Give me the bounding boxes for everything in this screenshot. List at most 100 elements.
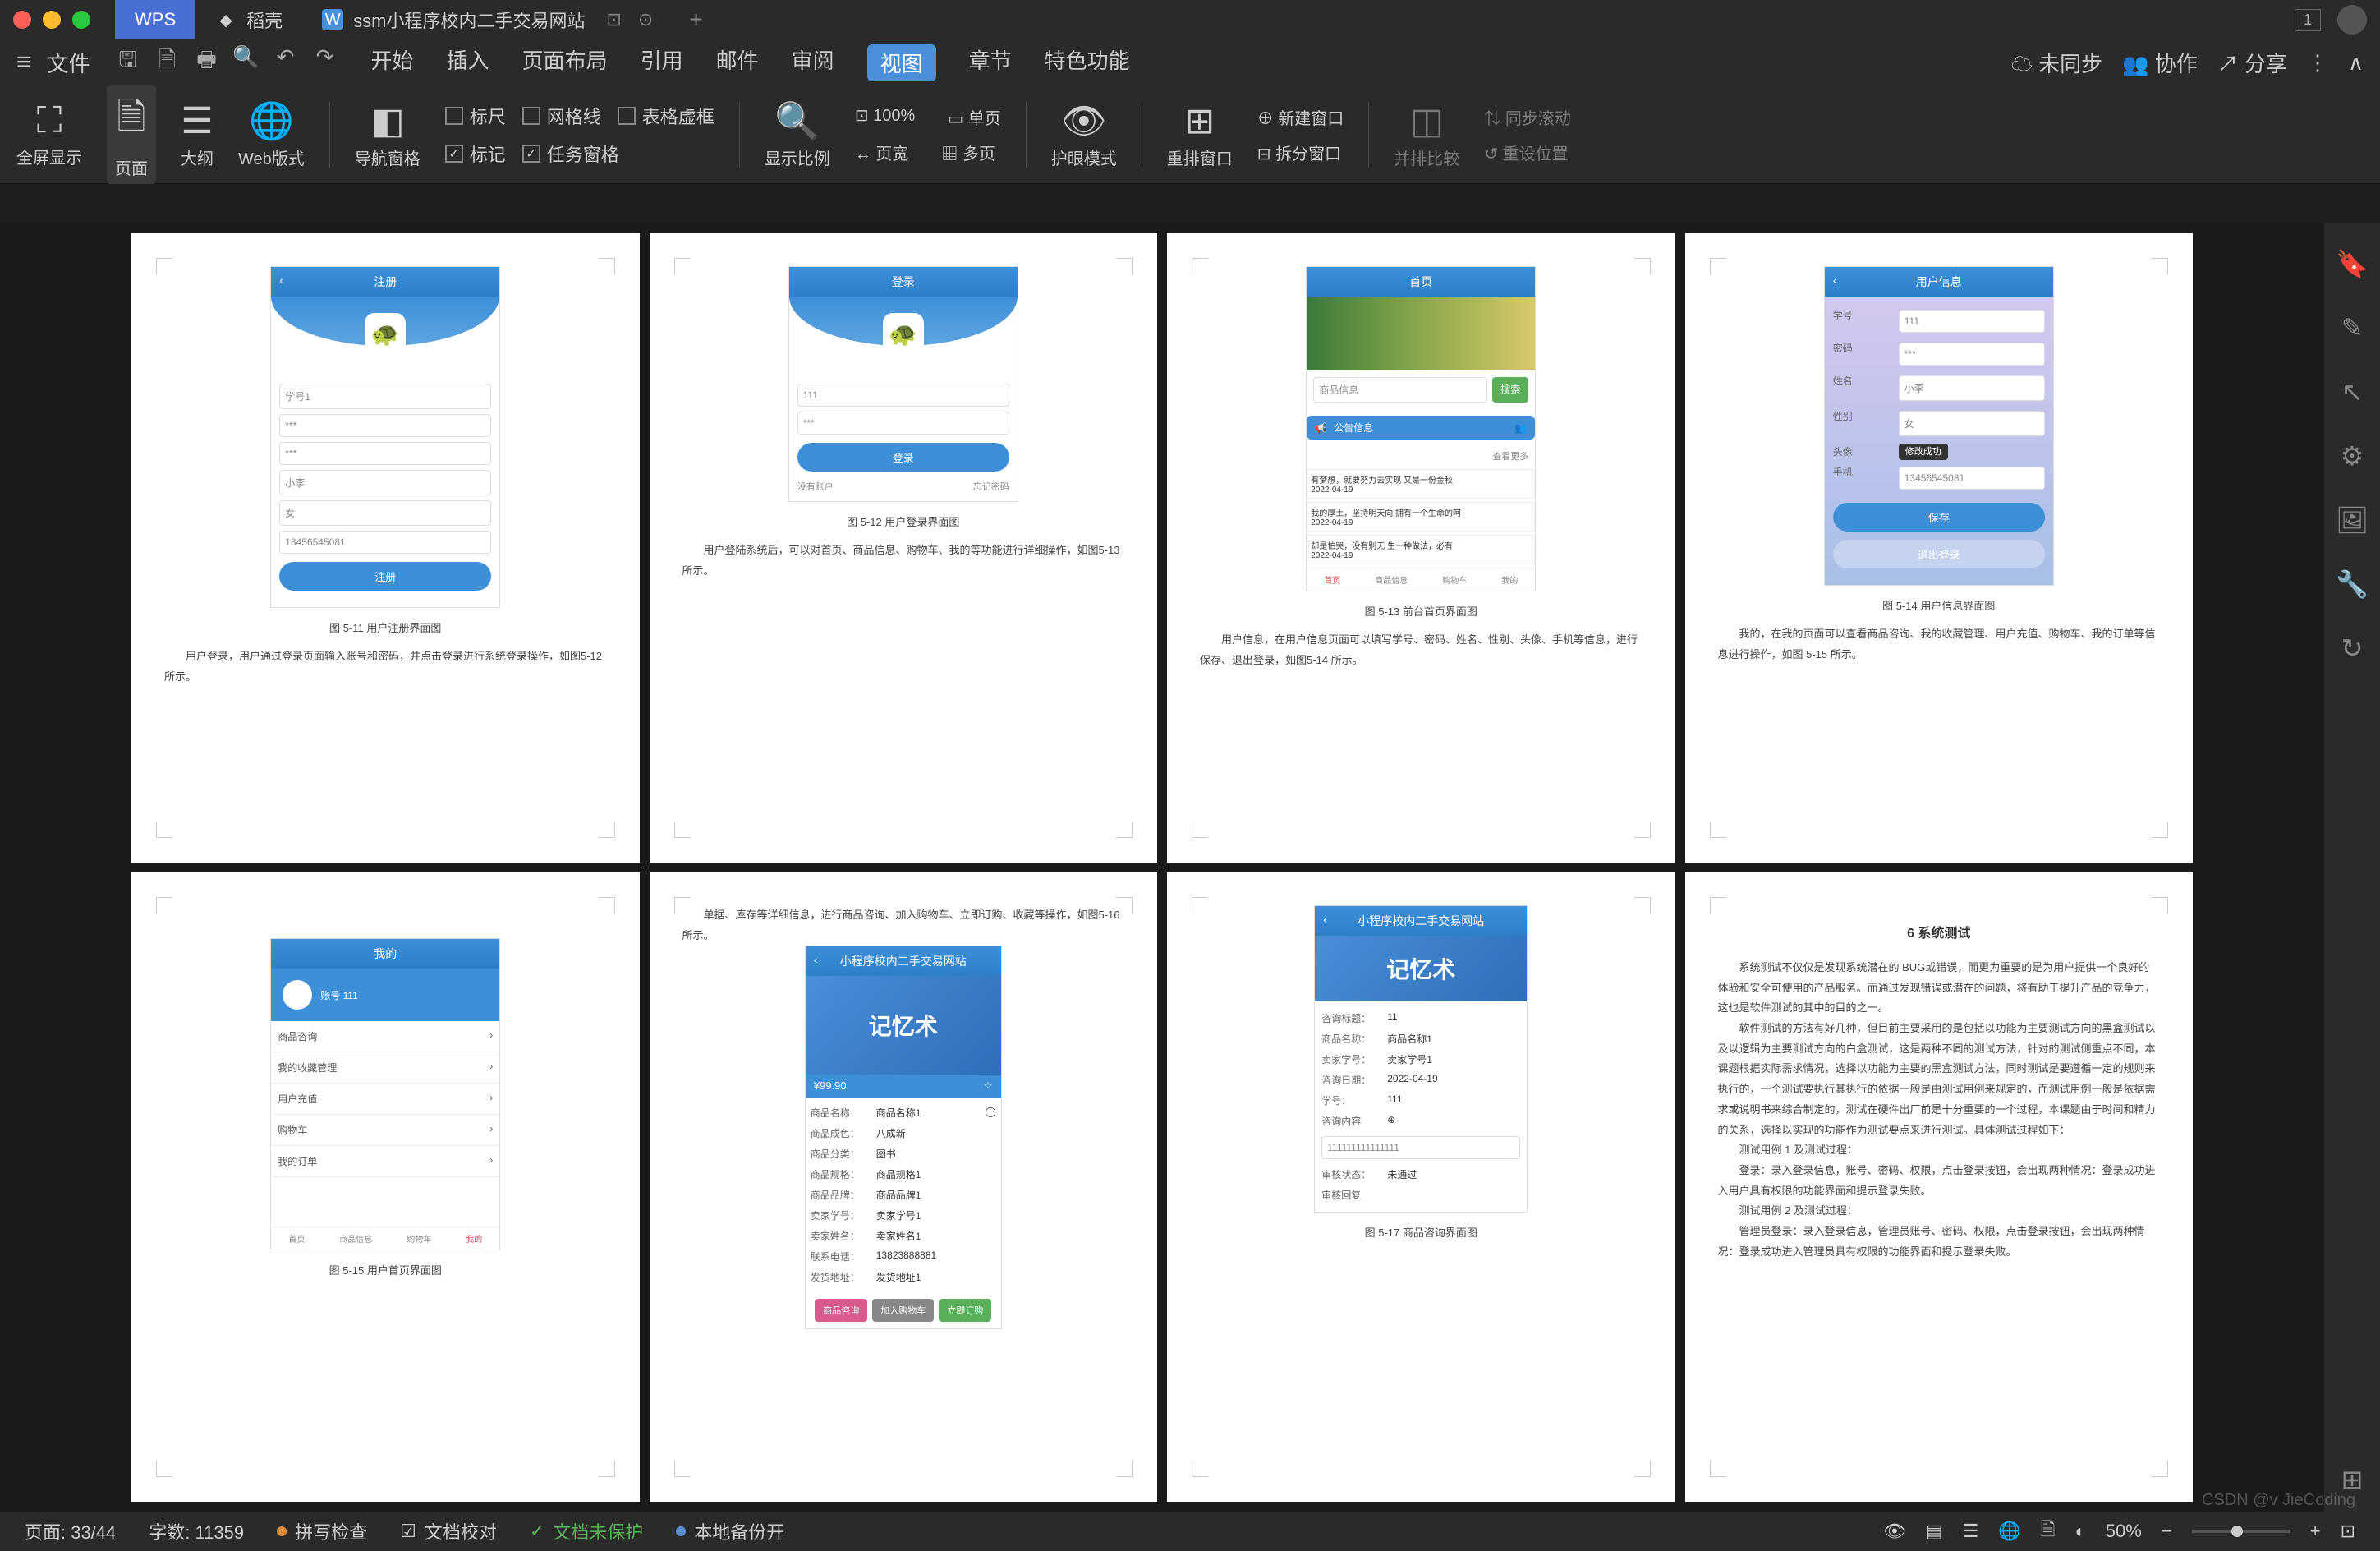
task-pane-checkbox[interactable]: 任务窗格	[522, 140, 619, 167]
tab-page-layout[interactable]: 页面布局	[522, 44, 608, 81]
page-thumbnail[interactable]: ‹注册 🐢 学号1 *** *** 小李 女 13456545081 注册 图 …	[131, 233, 640, 863]
markup-checkbox[interactable]: 标记	[445, 140, 506, 167]
fullscreen-button[interactable]: ⛶ 全屏显示	[16, 100, 82, 168]
zoom-button[interactable]: 🔍 显示比例	[765, 99, 830, 169]
rearrange-icon: ⊞	[1184, 100, 1215, 142]
tab-review[interactable]: 审阅	[792, 44, 834, 81]
tab-options-icon[interactable]: ⊙	[638, 9, 653, 30]
settings-icon[interactable]: ⚙	[2341, 440, 2364, 472]
eye-mode-button[interactable]: 👁 护眼模式	[1051, 99, 1117, 169]
print-icon[interactable]: 🖶	[194, 44, 220, 81]
page-icon: 🗎	[117, 90, 145, 152]
history-icon[interactable]: ↻	[2341, 633, 2364, 664]
minimize-window-button[interactable]	[43, 11, 61, 29]
picture-icon[interactable]: 🖼	[2336, 504, 2369, 536]
cursor-icon[interactable]: ↖	[2341, 376, 2364, 407]
window-layout-button[interactable]: 1	[2295, 9, 2321, 31]
page-thumbnail[interactable]: ‹小程序校内二手交易网站 记忆术 咨询标题：11 商品名称：商品名称1 卖家学号…	[1167, 872, 1675, 1502]
collab-button[interactable]: 👥 协作	[2122, 48, 2198, 78]
tab-special[interactable]: 特色功能	[1045, 44, 1130, 81]
nav-pane-button[interactable]: ◧ 导航窗格	[355, 100, 420, 169]
single-page-button[interactable]: ▭ 单页	[948, 105, 1000, 129]
tab-mail[interactable]: 邮件	[716, 44, 759, 81]
view-page-icon[interactable]: ▤	[1926, 1521, 1943, 1542]
gridlines-checkbox[interactable]: 网格线	[522, 103, 601, 129]
share-button[interactable]: ↗ 分享	[2217, 48, 2287, 78]
dark-mode-icon[interactable]: ◐	[2075, 1521, 2086, 1542]
window-controls	[13, 11, 90, 29]
titlebar: WPS ◆ 稻壳 W ssm小程序校内二手交易网站 ⊡ ⊙ + 1	[0, 0, 2380, 39]
protection-status[interactable]: ✓文档未保护	[530, 1518, 643, 1544]
tab-insert[interactable]: 插入	[447, 44, 489, 81]
menubar: ≡ 文件 🖫 🗎 🖶 🔍 ↶ ↷ 开始 插入 页面布局 引用 邮件 审阅 视图 …	[0, 39, 2380, 85]
redo-icon[interactable]: ↷	[312, 44, 338, 81]
page-width-button[interactable]: ↔ 页宽	[855, 140, 909, 164]
backup-status[interactable]: 本地备份开	[676, 1518, 784, 1544]
zoom-icon: 🔍	[774, 99, 820, 142]
page-thumbnail[interactable]: 首页 商品信息 搜索 📢公告信息👥 查看更多 有梦想，就要努力去实现 又是一份金…	[1167, 233, 1675, 863]
proofread-status[interactable]: ☑文档校对	[400, 1518, 497, 1544]
document-area[interactable]: ‹注册 🐢 学号1 *** *** 小李 女 13456545081 注册 图 …	[0, 223, 2324, 1512]
tab-view[interactable]: 视图	[867, 44, 936, 81]
undo-icon[interactable]: ↶	[273, 44, 299, 81]
user-avatar[interactable]	[2337, 5, 2367, 35]
tab-close-icon[interactable]: ⊡	[606, 9, 621, 30]
collapse-ribbon-icon[interactable]: ∧	[2348, 50, 2364, 76]
side-by-side-button[interactable]: ◫ 并排比较	[1394, 100, 1459, 169]
tab-home[interactable]: 开始	[371, 44, 414, 81]
page-thumbnail[interactable]: 我的 账号 111 商品咨询› 我的收藏管理› 用户充值› 购物车› 我的订单›…	[131, 872, 640, 1502]
multi-page-button[interactable]: ▦ 多页	[941, 140, 995, 164]
zoom-in-button[interactable]: +	[2310, 1521, 2321, 1542]
nav-pane-icon: ◧	[370, 100, 405, 142]
page-thumbnail[interactable]: 6 系统测试 系统测试不仅仅是发现系统潜在的 BUG或错误，而更为重要的是为用户…	[1685, 872, 2194, 1502]
view-web-icon[interactable]: 🌐	[1998, 1521, 2020, 1542]
page-thumbnail[interactable]: ‹用户信息 学号111 密码*** 姓名小李 性别女 头像修改成功 手机1345…	[1685, 233, 2194, 863]
view-outline-icon[interactable]: ☰	[1963, 1521, 1979, 1542]
pen-icon[interactable]: ✎	[2341, 312, 2364, 343]
eye-status-icon[interactable]: 👁	[1883, 1521, 1906, 1542]
tab-section[interactable]: 章节	[969, 44, 1012, 81]
file-menu[interactable]: 文件	[48, 48, 90, 78]
tab-references[interactable]: 引用	[641, 44, 683, 81]
split-window-button[interactable]: ⊟ 拆分窗口	[1257, 140, 1341, 164]
ribbon-tabs: 开始 插入 页面布局 引用 邮件 审阅 视图 章节 特色功能	[371, 44, 1130, 81]
tab-label: 稻壳	[246, 7, 283, 33]
page-thumbnail[interactable]: 单据、库存等详细信息，进行商品咨询、加入购物车、立即订购、收藏等操作，如图5-1…	[650, 872, 1158, 1502]
view-read-icon[interactable]: 🗎	[2041, 1516, 2056, 1547]
save-as-icon[interactable]: 🗎	[154, 44, 181, 81]
save-icon[interactable]: 🖫	[115, 44, 141, 81]
page-view-button[interactable]: 🗎 页面	[107, 85, 156, 184]
new-window-button[interactable]: ⊕ 新建窗口	[1257, 105, 1344, 129]
maximize-window-button[interactable]	[72, 11, 90, 29]
zoom-out-button[interactable]: −	[2162, 1521, 2172, 1542]
close-window-button[interactable]	[13, 11, 31, 29]
page-thumbnail[interactable]: 登录 🐢 111 *** 登录 没有账户 忘记密码 图 5-12 用户登录界面图	[650, 233, 1158, 863]
tab-wps[interactable]: WPS	[115, 0, 195, 39]
sync-status[interactable]: ☁ 未同步	[2011, 48, 2102, 78]
tab-docer[interactable]: ◆ 稻壳	[195, 0, 302, 39]
zoom-100-button[interactable]: ⊡ 100%	[855, 105, 915, 129]
web-view-button[interactable]: 🌐 Web版式	[238, 99, 305, 169]
print-preview-icon[interactable]: 🔍	[233, 44, 260, 81]
outline-view-button[interactable]: ☰ 大纲	[181, 100, 214, 169]
sync-scroll-button[interactable]: ⇅ 同步滚动	[1484, 105, 1571, 129]
word-count[interactable]: 字数: 11359	[149, 1518, 244, 1544]
outline-icon: ☰	[181, 100, 213, 142]
menu-icon[interactable]: ≡	[16, 48, 31, 76]
word-doc-icon: W	[322, 9, 343, 30]
new-tab-button[interactable]: +	[689, 7, 702, 33]
reset-pos-button[interactable]: ↺ 重设位置	[1484, 140, 1568, 164]
bookmark-icon[interactable]: 🔖	[2336, 248, 2369, 279]
zoom-level[interactable]: 50%	[2106, 1521, 2142, 1542]
fit-icon[interactable]: ⊡	[2341, 1521, 2355, 1542]
spellcheck-status[interactable]: 拼写检查	[277, 1518, 367, 1544]
tab-document[interactable]: W ssm小程序校内二手交易网站 ⊡ ⊙	[302, 0, 673, 39]
page-indicator[interactable]: 页面: 33/44	[25, 1518, 116, 1544]
table-gridlines-checkbox[interactable]: 表格虚框	[618, 103, 714, 129]
zoom-slider[interactable]	[2192, 1530, 2290, 1533]
tab-label: ssm小程序校内二手交易网站	[353, 7, 585, 33]
more-icon[interactable]: ⋮	[2307, 50, 2328, 76]
ruler-checkbox[interactable]: 标尺	[445, 103, 506, 129]
tools-icon[interactable]: 🔧	[2336, 568, 2369, 600]
rearrange-button[interactable]: ⊞ 重排窗口	[1167, 100, 1233, 169]
